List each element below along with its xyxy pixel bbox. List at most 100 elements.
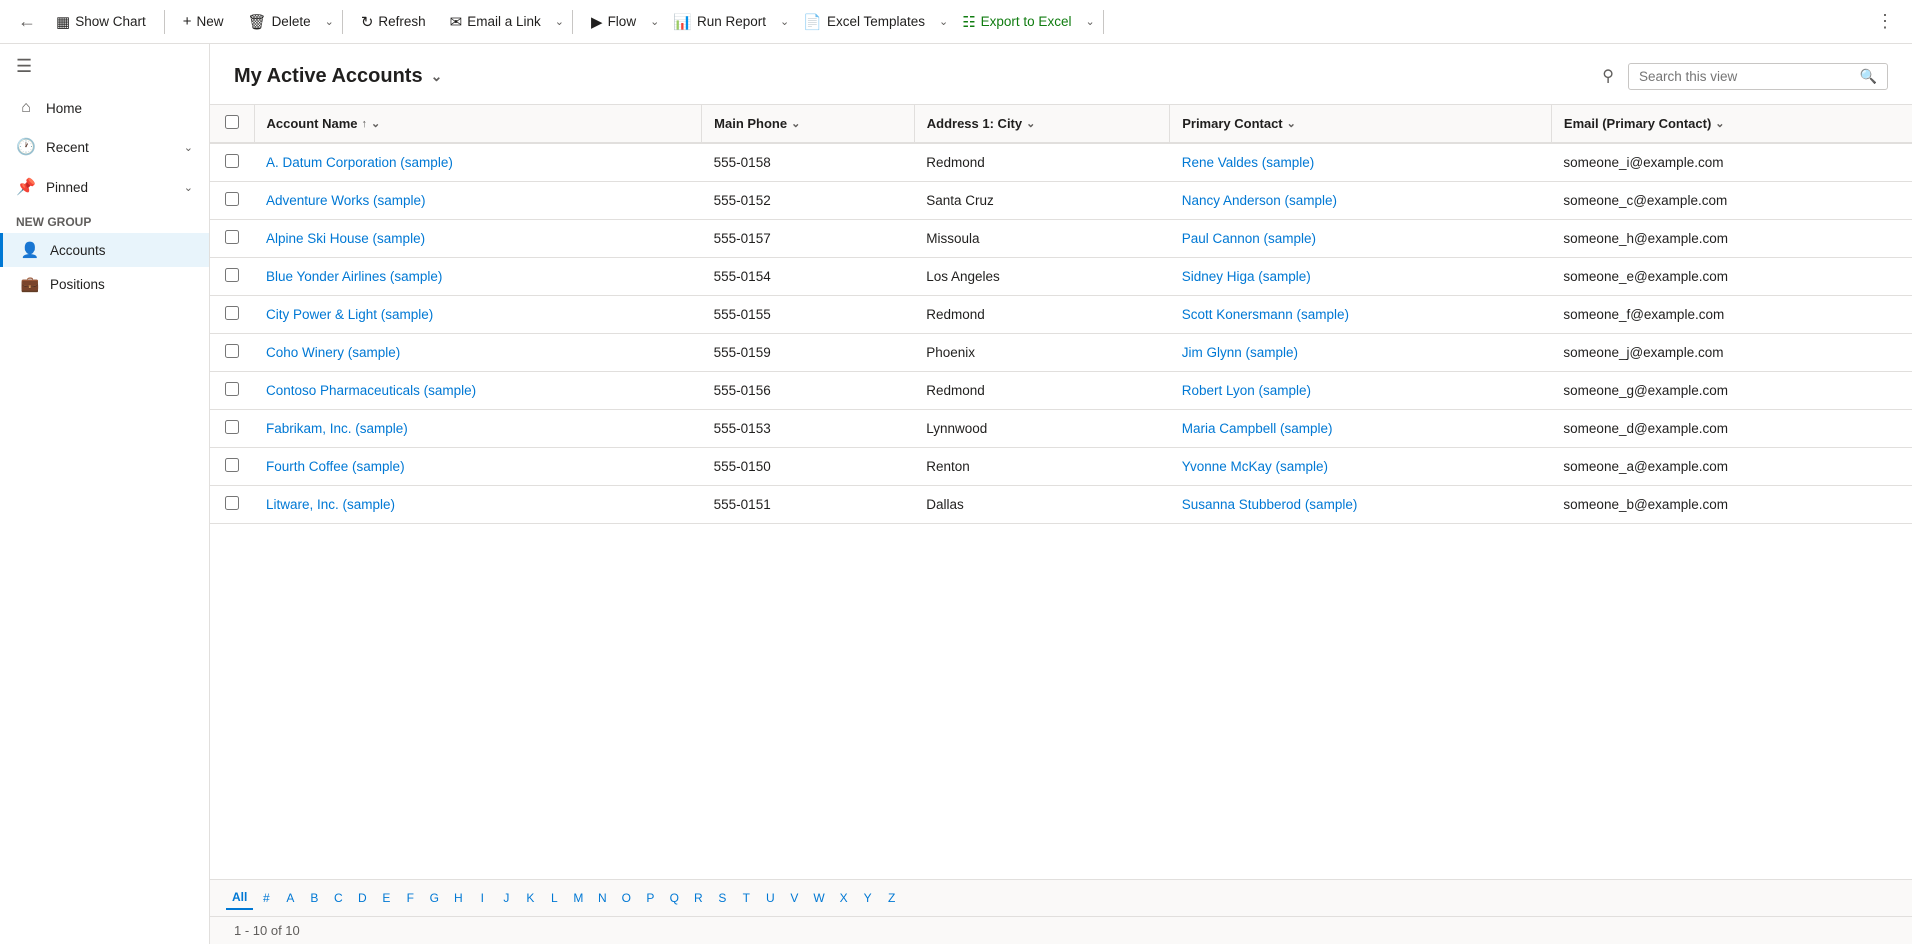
alpha-btn-s[interactable]: S <box>711 887 733 909</box>
row-primary-contact-3[interactable]: Sidney Higa (sample) <box>1170 258 1552 296</box>
excel-templates-caret[interactable]: ⌄ <box>939 15 948 28</box>
alpha-btn-a[interactable]: A <box>279 887 301 909</box>
flow-caret[interactable]: ⌄ <box>650 15 659 28</box>
row-checkbox-3[interactable] <box>225 268 239 282</box>
row-primary-contact-9[interactable]: Susanna Stubberod (sample) <box>1170 486 1552 524</box>
email-link-button[interactable]: ✉ Email a Link <box>440 7 551 37</box>
row-account-name-4[interactable]: City Power & Light (sample) <box>254 296 702 334</box>
alpha-btn-m[interactable]: M <box>567 887 589 909</box>
alpha-btn-d[interactable]: D <box>351 887 373 909</box>
alpha-btn-b[interactable]: B <box>303 887 325 909</box>
row-primary-contact-2[interactable]: Paul Cannon (sample) <box>1170 220 1552 258</box>
alpha-btn-h[interactable]: H <box>447 887 469 909</box>
alpha-btn-g[interactable]: G <box>423 887 445 909</box>
row-account-name-7[interactable]: Fabrikam, Inc. (sample) <box>254 410 702 448</box>
alpha-btn-z[interactable]: Z <box>881 887 903 909</box>
search-input[interactable] <box>1639 69 1854 84</box>
select-all-checkbox[interactable] <box>225 115 239 129</box>
alpha-btn-l[interactable]: L <box>543 887 565 909</box>
alpha-btn-q[interactable]: Q <box>663 887 685 909</box>
alpha-btn-c[interactable]: C <box>327 887 349 909</box>
refresh-button[interactable]: ↻ Refresh <box>351 7 436 37</box>
row-account-name-9[interactable]: Litware, Inc. (sample) <box>254 486 702 524</box>
alpha-btn-e[interactable]: E <box>375 887 397 909</box>
flow-button[interactable]: ▶ Flow <box>581 7 646 37</box>
sidebar-item-pinned[interactable]: 📌 Pinned ⌄ <box>0 167 209 207</box>
alpha-btn-k[interactable]: K <box>519 887 541 909</box>
row-checkbox-cell[interactable] <box>210 448 254 486</box>
alpha-btn-f[interactable]: F <box>399 887 421 909</box>
row-checkbox-7[interactable] <box>225 420 239 434</box>
alpha-btn-t[interactable]: T <box>735 887 757 909</box>
col-email[interactable]: Email (Primary Contact) ⌄ <box>1551 105 1912 143</box>
row-account-name-5[interactable]: Coho Winery (sample) <box>254 334 702 372</box>
row-checkbox-8[interactable] <box>225 458 239 472</box>
export-excel-button[interactable]: ☷ Export to Excel <box>952 7 1081 37</box>
row-checkbox-4[interactable] <box>225 306 239 320</box>
row-primary-contact-7[interactable]: Maria Campbell (sample) <box>1170 410 1552 448</box>
row-primary-contact-4[interactable]: Scott Konersmann (sample) <box>1170 296 1552 334</box>
row-primary-contact-0[interactable]: Rene Valdes (sample) <box>1170 143 1552 182</box>
back-button[interactable]: ← <box>12 5 42 38</box>
row-checkbox-cell[interactable] <box>210 486 254 524</box>
row-account-name-2[interactable]: Alpine Ski House (sample) <box>254 220 702 258</box>
new-button[interactable]: + New <box>173 7 234 36</box>
row-account-name-3[interactable]: Blue Yonder Airlines (sample) <box>254 258 702 296</box>
sidebar-item-recent[interactable]: 🕐 Recent ⌄ <box>0 127 209 167</box>
row-primary-contact-1[interactable]: Nancy Anderson (sample) <box>1170 182 1552 220</box>
run-report-caret[interactable]: ⌄ <box>780 15 789 28</box>
col-city[interactable]: Address 1: City ⌄ <box>914 105 1169 143</box>
hamburger-menu[interactable]: ☰ <box>0 44 209 89</box>
more-options-button[interactable]: ⋮ <box>1870 5 1900 38</box>
excel-templates-button[interactable]: 📄 Excel Templates <box>793 7 935 37</box>
row-checkbox-cell[interactable] <box>210 220 254 258</box>
row-checkbox-cell[interactable] <box>210 410 254 448</box>
col-main-phone[interactable]: Main Phone ⌄ <box>702 105 915 143</box>
row-checkbox-cell[interactable] <box>210 143 254 182</box>
row-checkbox-5[interactable] <box>225 344 239 358</box>
email-caret[interactable]: ⌄ <box>555 15 564 28</box>
sidebar-item-accounts[interactable]: 👤 Accounts <box>0 233 209 267</box>
alpha-btn-i[interactable]: I <box>471 887 493 909</box>
delete-caret[interactable]: ⌄ <box>325 15 334 28</box>
alpha-btn-u[interactable]: U <box>759 887 781 909</box>
row-checkbox-cell[interactable] <box>210 334 254 372</box>
row-primary-contact-5[interactable]: Jim Glynn (sample) <box>1170 334 1552 372</box>
alpha-btn-r[interactable]: R <box>687 887 709 909</box>
run-report-button[interactable]: 📊 Run Report <box>663 7 776 37</box>
row-account-name-0[interactable]: A. Datum Corporation (sample) <box>254 143 702 182</box>
row-checkbox-0[interactable] <box>225 154 239 168</box>
alpha-btn-p[interactable]: P <box>639 887 661 909</box>
row-primary-contact-8[interactable]: Yvonne McKay (sample) <box>1170 448 1552 486</box>
delete-button[interactable]: 🗑 Delete <box>238 7 321 37</box>
row-primary-contact-6[interactable]: Robert Lyon (sample) <box>1170 372 1552 410</box>
alpha-btn-j[interactable]: J <box>495 887 517 909</box>
row-checkbox-cell[interactable] <box>210 182 254 220</box>
row-account-name-1[interactable]: Adventure Works (sample) <box>254 182 702 220</box>
col-account-name[interactable]: Account Name ↑ ⌄ <box>254 105 702 143</box>
row-checkbox-cell[interactable] <box>210 258 254 296</box>
alpha-btn-all[interactable]: All <box>226 886 253 910</box>
show-chart-button[interactable]: ▦ Show Chart <box>46 7 156 37</box>
alpha-btn-w[interactable]: W <box>807 887 830 909</box>
row-checkbox-6[interactable] <box>225 382 239 396</box>
row-account-name-6[interactable]: Contoso Pharmaceuticals (sample) <box>254 372 702 410</box>
export-caret[interactable]: ⌄ <box>1085 15 1094 28</box>
row-account-name-8[interactable]: Fourth Coffee (sample) <box>254 448 702 486</box>
row-checkbox-cell[interactable] <box>210 372 254 410</box>
row-checkbox-1[interactable] <box>225 192 239 206</box>
view-title-caret[interactable]: ⌄ <box>431 68 443 85</box>
alpha-btn-y[interactable]: Y <box>857 887 879 909</box>
alpha-btn-v[interactable]: V <box>783 887 805 909</box>
alpha-btn-#[interactable]: # <box>255 887 277 909</box>
col-primary-contact[interactable]: Primary Contact ⌄ <box>1170 105 1552 143</box>
row-checkbox-2[interactable] <box>225 230 239 244</box>
alpha-btn-o[interactable]: O <box>615 887 637 909</box>
sidebar-item-home[interactable]: ⌂ Home <box>0 89 209 127</box>
select-all-column[interactable] <box>210 105 254 143</box>
sidebar-item-positions[interactable]: 💼 Positions <box>0 267 209 301</box>
row-checkbox-cell[interactable] <box>210 296 254 334</box>
row-checkbox-9[interactable] <box>225 496 239 510</box>
alpha-btn-n[interactable]: N <box>591 887 613 909</box>
filter-icon[interactable]: ⚲ <box>1596 60 1620 92</box>
